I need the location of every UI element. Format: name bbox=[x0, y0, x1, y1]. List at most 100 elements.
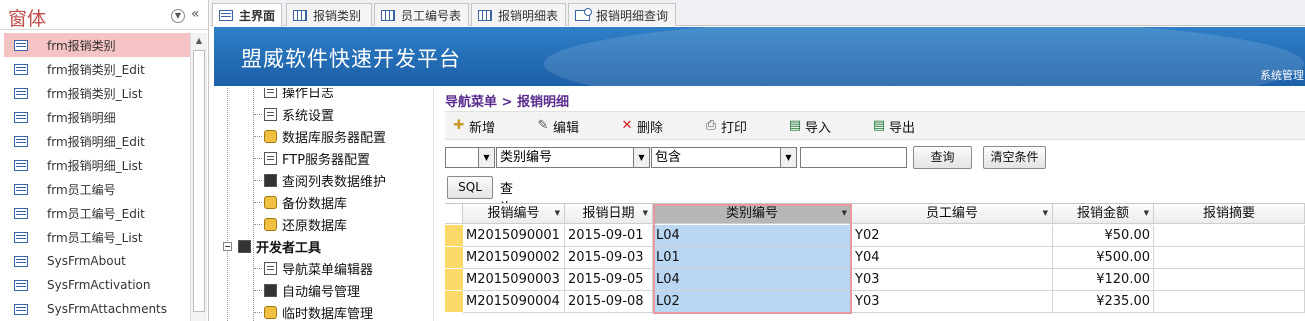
tree-item-menu-editor[interactable]: 导航菜单编辑器 bbox=[264, 257, 373, 279]
operator-select[interactable]: 包含 ▼ bbox=[651, 147, 797, 168]
table-cell[interactable]: M2015090002 bbox=[463, 247, 565, 269]
nav-item[interactable]: frm报销类别_Edit bbox=[4, 57, 190, 81]
sort-icon[interactable]: ▼ bbox=[555, 204, 560, 223]
row-selector[interactable] bbox=[445, 291, 463, 313]
column-header[interactable]: 类别编号 ▼ bbox=[653, 204, 852, 224]
nav-item[interactable]: frm报销类别_List bbox=[4, 81, 190, 105]
table-cell[interactable] bbox=[1154, 291, 1305, 313]
column-header-label: 员工编号 bbox=[925, 206, 978, 221]
sort-icon[interactable]: ▼ bbox=[1043, 204, 1048, 223]
tree-item-temp-db[interactable]: 临时数据库管理 bbox=[264, 301, 373, 321]
table-cell[interactable]: L04 bbox=[653, 269, 852, 291]
column-header[interactable]: 报销编号 ▼ bbox=[463, 204, 565, 224]
table-cell[interactable]: M2015090003 bbox=[463, 269, 565, 291]
query-button[interactable]: 查询 bbox=[913, 146, 972, 169]
table-cell[interactable]: M2015090004 bbox=[463, 291, 565, 313]
sort-icon[interactable]: ▼ bbox=[643, 204, 648, 223]
table-cell[interactable] bbox=[1154, 225, 1305, 247]
nav-item[interactable]: SysFrmAttachments bbox=[4, 297, 190, 321]
table-cell[interactable]: ¥120.00 bbox=[1053, 269, 1154, 291]
nav-item[interactable]: frm报销明细 bbox=[4, 105, 190, 129]
tree-group-dev-tools[interactable]: − 开发者工具 bbox=[223, 235, 321, 257]
edit-button[interactable]: ✎ 编辑 bbox=[535, 117, 579, 136]
table-cell[interactable] bbox=[1154, 247, 1305, 269]
column-header[interactable]: 报销摘要 bbox=[1154, 204, 1305, 224]
table-cell[interactable]: M2015090001 bbox=[463, 225, 565, 247]
nav-item[interactable]: frm员工编号 bbox=[4, 177, 190, 201]
table-cell[interactable]: L04 bbox=[653, 225, 852, 247]
table-cell[interactable]: L01 bbox=[653, 247, 852, 269]
tree-item-db-server[interactable]: 数据库服务器配置 bbox=[264, 125, 386, 147]
nav-item-label: SysFrmAttachments bbox=[47, 302, 168, 316]
tree-connector bbox=[254, 136, 262, 137]
lookup-list-icon bbox=[264, 173, 277, 187]
select-all-corner[interactable] bbox=[445, 204, 463, 224]
filter-value-input[interactable] bbox=[800, 147, 907, 168]
scrollbar-thumb[interactable] bbox=[193, 50, 205, 312]
chevron-down-icon[interactable]: ▼ bbox=[171, 9, 185, 23]
table-cell[interactable]: Y04 bbox=[852, 247, 1053, 269]
print-button[interactable]: ⎙ 打印 bbox=[703, 117, 747, 136]
nav-item[interactable]: SysFrmActivation bbox=[4, 273, 190, 297]
collapse-pane-icon[interactable]: « bbox=[191, 6, 200, 22]
table-cell[interactable]: 2015-09-08 bbox=[565, 291, 653, 313]
table-cell[interactable]: ¥235.00 bbox=[1053, 291, 1154, 313]
table-cell[interactable]: 2015-09-03 bbox=[565, 247, 653, 269]
column-header[interactable]: 报销日期 ▼ bbox=[565, 204, 653, 224]
nav-item[interactable]: frm员工编号_Edit bbox=[4, 201, 190, 225]
sql-button[interactable]: SQL bbox=[447, 176, 493, 199]
tree-item-ftp[interactable]: FTP服务器配置 bbox=[264, 147, 370, 169]
table-cell[interactable]: Y03 bbox=[852, 269, 1053, 291]
export-button[interactable]: ▤ 导出 bbox=[871, 117, 916, 136]
table-cell[interactable] bbox=[1154, 269, 1305, 291]
table-cell[interactable]: ¥50.00 bbox=[1053, 225, 1154, 247]
logic-select[interactable]: ▼ bbox=[445, 147, 495, 168]
column-header[interactable]: 报销金额 ▼ bbox=[1053, 204, 1154, 224]
nav-item[interactable]: frm报销明细_List bbox=[4, 153, 190, 177]
tab-main[interactable]: 主界面 bbox=[212, 3, 282, 27]
scroll-up-icon[interactable]: ▲ bbox=[191, 33, 207, 49]
tree-item-log[interactable]: 操作日志 bbox=[264, 88, 334, 102]
table-cell[interactable]: ¥500.00 bbox=[1053, 247, 1154, 269]
table-cell[interactable]: 2015-09-01 bbox=[565, 225, 653, 247]
row-selector[interactable] bbox=[445, 269, 463, 291]
tree-item-system-settings[interactable]: 系统设置 bbox=[264, 103, 334, 125]
table-cell[interactable]: L02 bbox=[653, 291, 852, 313]
field-select[interactable]: 类别编号 ▼ bbox=[496, 147, 650, 168]
tree-item-restore[interactable]: 还原数据库 bbox=[264, 213, 347, 235]
nav-item[interactable]: frm报销类别 bbox=[4, 33, 190, 57]
tree-item-lookup-list[interactable]: 查阅列表数据维护 bbox=[264, 169, 386, 191]
nav-item-label: frm报销类别_Edit bbox=[47, 62, 145, 77]
clear-conditions-button[interactable]: 清空条件 bbox=[983, 146, 1046, 169]
tree-item-autonumber[interactable]: 自动编号管理 bbox=[264, 279, 360, 301]
tab-employee-table[interactable]: 员工编号表 bbox=[374, 3, 469, 26]
collapse-icon[interactable]: − bbox=[223, 241, 232, 251]
nav-item[interactable]: frm员工编号_List bbox=[4, 225, 190, 249]
import-button[interactable]: ▤ 导入 bbox=[787, 117, 831, 136]
table-cell[interactable]: Y02 bbox=[852, 225, 1053, 247]
chevron-down-icon[interactable]: ▼ bbox=[633, 148, 649, 167]
tree-item-label: 开发者工具 bbox=[256, 240, 322, 256]
delete-button[interactable]: ✕ 删除 bbox=[619, 117, 663, 136]
new-button[interactable]: ✚ 新增 bbox=[451, 117, 495, 136]
row-selector[interactable] bbox=[445, 225, 463, 247]
table-cell[interactable]: 2015-09-05 bbox=[565, 269, 653, 291]
nav-scrollbar[interactable]: ▲ bbox=[190, 33, 207, 321]
sort-icon[interactable]: ▼ bbox=[842, 204, 847, 223]
tab-expense-detail-table[interactable]: 报销明细表 bbox=[471, 3, 566, 26]
tree-item-label: 自动编号管理 bbox=[282, 284, 361, 300]
chevron-down-icon[interactable]: ▼ bbox=[780, 148, 796, 167]
nav-object-list: frm报销类别 frm报销类别_Edit frm报销类别_List frm报销明… bbox=[4, 33, 190, 321]
button-label: 导出 bbox=[889, 120, 916, 136]
tree-item-backup[interactable]: 备份数据库 bbox=[264, 191, 347, 213]
tab-expense-category[interactable]: 报销类别 bbox=[286, 3, 372, 26]
column-header[interactable]: 员工编号 ▼ bbox=[852, 204, 1053, 224]
tab-expense-detail-query[interactable]: 报销明细查询 bbox=[568, 3, 676, 26]
nav-item[interactable]: frm报销明细_Edit bbox=[4, 129, 190, 153]
sort-icon[interactable]: ▼ bbox=[1144, 204, 1149, 223]
row-selector[interactable] bbox=[445, 247, 463, 269]
table-cell[interactable]: Y03 bbox=[852, 291, 1053, 313]
nav-item[interactable]: SysFrmAbout bbox=[4, 249, 190, 273]
chevron-down-icon[interactable]: ▼ bbox=[478, 148, 494, 167]
tree-connector bbox=[254, 312, 262, 313]
